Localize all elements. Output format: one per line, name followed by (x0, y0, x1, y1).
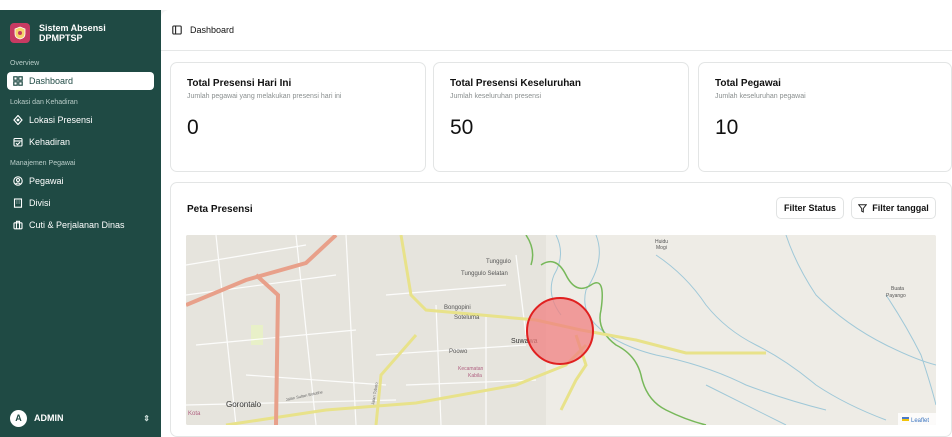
stat-subtitle: Jumlah keseluruhan presensi (450, 93, 542, 100)
sidebar-item-lokasi-presensi[interactable]: Lokasi Presensi (7, 111, 154, 129)
app-title-line1: Sistem Absensi (39, 23, 106, 33)
stat-title: Total Pegawai (715, 78, 781, 89)
section-label-manajemen: Manajemen Pegawai (10, 160, 76, 167)
section-label-lokasi: Lokasi dan Kehadiran (10, 99, 78, 106)
filter-tanggal-label: Filter tanggal (872, 203, 929, 213)
page-header: Dashboard (161, 10, 952, 51)
location-icon (12, 115, 23, 126)
stat-card-total-pegawai: Total Pegawai Jumlah keseluruhan pegawai… (698, 62, 952, 172)
stat-subtitle: Jumlah keseluruhan pegawai (715, 93, 806, 100)
map-label: Tunggulo (486, 259, 511, 265)
grid-icon (12, 76, 23, 87)
sidebar: Sistem Absensi DPMPTSP Overview Dashboar… (0, 10, 161, 437)
map-label: Payango (886, 293, 906, 299)
map-label: Kota (188, 411, 201, 417)
section-label-overview: Overview (10, 60, 40, 67)
map-label: Poowo (449, 349, 468, 355)
sidebar-item-label: Pegawai (29, 176, 64, 186)
stat-value: 10 (715, 116, 739, 139)
filter-icon (858, 203, 868, 213)
filter-status-button[interactable]: Filter Status (776, 197, 844, 219)
stat-value: 0 (187, 116, 199, 139)
filter-status-label: Filter Status (783, 203, 836, 213)
chevron-up-down-icon: ⇕ (143, 413, 150, 423)
sidebar-item-label: Divisi (29, 198, 51, 208)
sidebar-item-kehadiran[interactable]: Kehadiran (7, 133, 154, 151)
map-label: Gorontalo (226, 400, 262, 409)
stat-card-presensi-hari-ini: Total Presensi Hari Ini Jumlah pegawai y… (170, 62, 426, 172)
map-label: Tunggulo Selatan (461, 271, 508, 277)
user-circle-icon (12, 176, 23, 187)
sidebar-toggle-icon[interactable] (172, 25, 182, 35)
stat-title: Total Presensi Keseluruhan (450, 78, 581, 89)
map-label: Soteluma (454, 315, 480, 321)
sidebar-item-label: Dashboard (29, 76, 74, 86)
sidebar-item-divisi[interactable]: Divisi (7, 194, 154, 212)
sidebar-item-pegawai[interactable]: Pegawai (7, 172, 154, 190)
sidebar-item-label: Kehadiran (29, 137, 71, 147)
stat-subtitle: Jumlah pegawai yang melakukan presensi h… (187, 93, 342, 100)
map-label: Kabila (468, 373, 482, 379)
map-label: Kecamatan (458, 366, 484, 372)
sidebar-item-dashboard[interactable]: Dashboard (7, 72, 154, 90)
map-panel-title: Peta Presensi (187, 204, 253, 215)
map-label: Mogi (656, 245, 667, 251)
stat-title: Total Presensi Hari Ini (187, 78, 292, 89)
user-name: ADMIN (34, 413, 64, 423)
leaflet-attribution[interactable]: Leaflet (911, 418, 929, 424)
main-content: Dashboard Total Presensi Hari Ini Jumlah… (161, 10, 952, 437)
map-label: Buata (891, 286, 904, 292)
breadcrumb: Dashboard (190, 25, 235, 35)
map-panel: Peta Presensi Filter Status Filter tangg… (170, 182, 952, 437)
presence-map[interactable]: Tunggulo Tunggulo Selatan Bongopini Sote… (186, 235, 936, 425)
map-label: Bongopini (444, 305, 471, 311)
building-icon (12, 198, 23, 209)
brand: Sistem Absensi DPMPTSP (0, 10, 161, 47)
filter-tanggal-button[interactable]: Filter tanggal (851, 197, 936, 219)
user-menu[interactable]: A ADMIN ⇕ (10, 409, 150, 427)
briefcase-icon (12, 220, 23, 231)
app-logo-icon (10, 23, 30, 43)
window-top-strip (0, 0, 952, 10)
calendar-icon (12, 137, 23, 148)
app-title-line2: DPMPTSP (39, 33, 83, 43)
avatar: A (10, 409, 27, 427)
stat-card-presensi-keseluruhan: Total Presensi Keseluruhan Jumlah keselu… (433, 62, 689, 172)
sidebar-item-label: Lokasi Presensi (29, 115, 93, 125)
sidebar-item-label: Cuti & Perjalanan Dinas (29, 220, 125, 230)
app-title: Sistem Absensi DPMPTSP (39, 23, 106, 43)
sidebar-item-cuti[interactable]: Cuti & Perjalanan Dinas (7, 216, 154, 234)
presence-marker[interactable] (526, 297, 594, 365)
stat-value: 50 (450, 116, 474, 139)
